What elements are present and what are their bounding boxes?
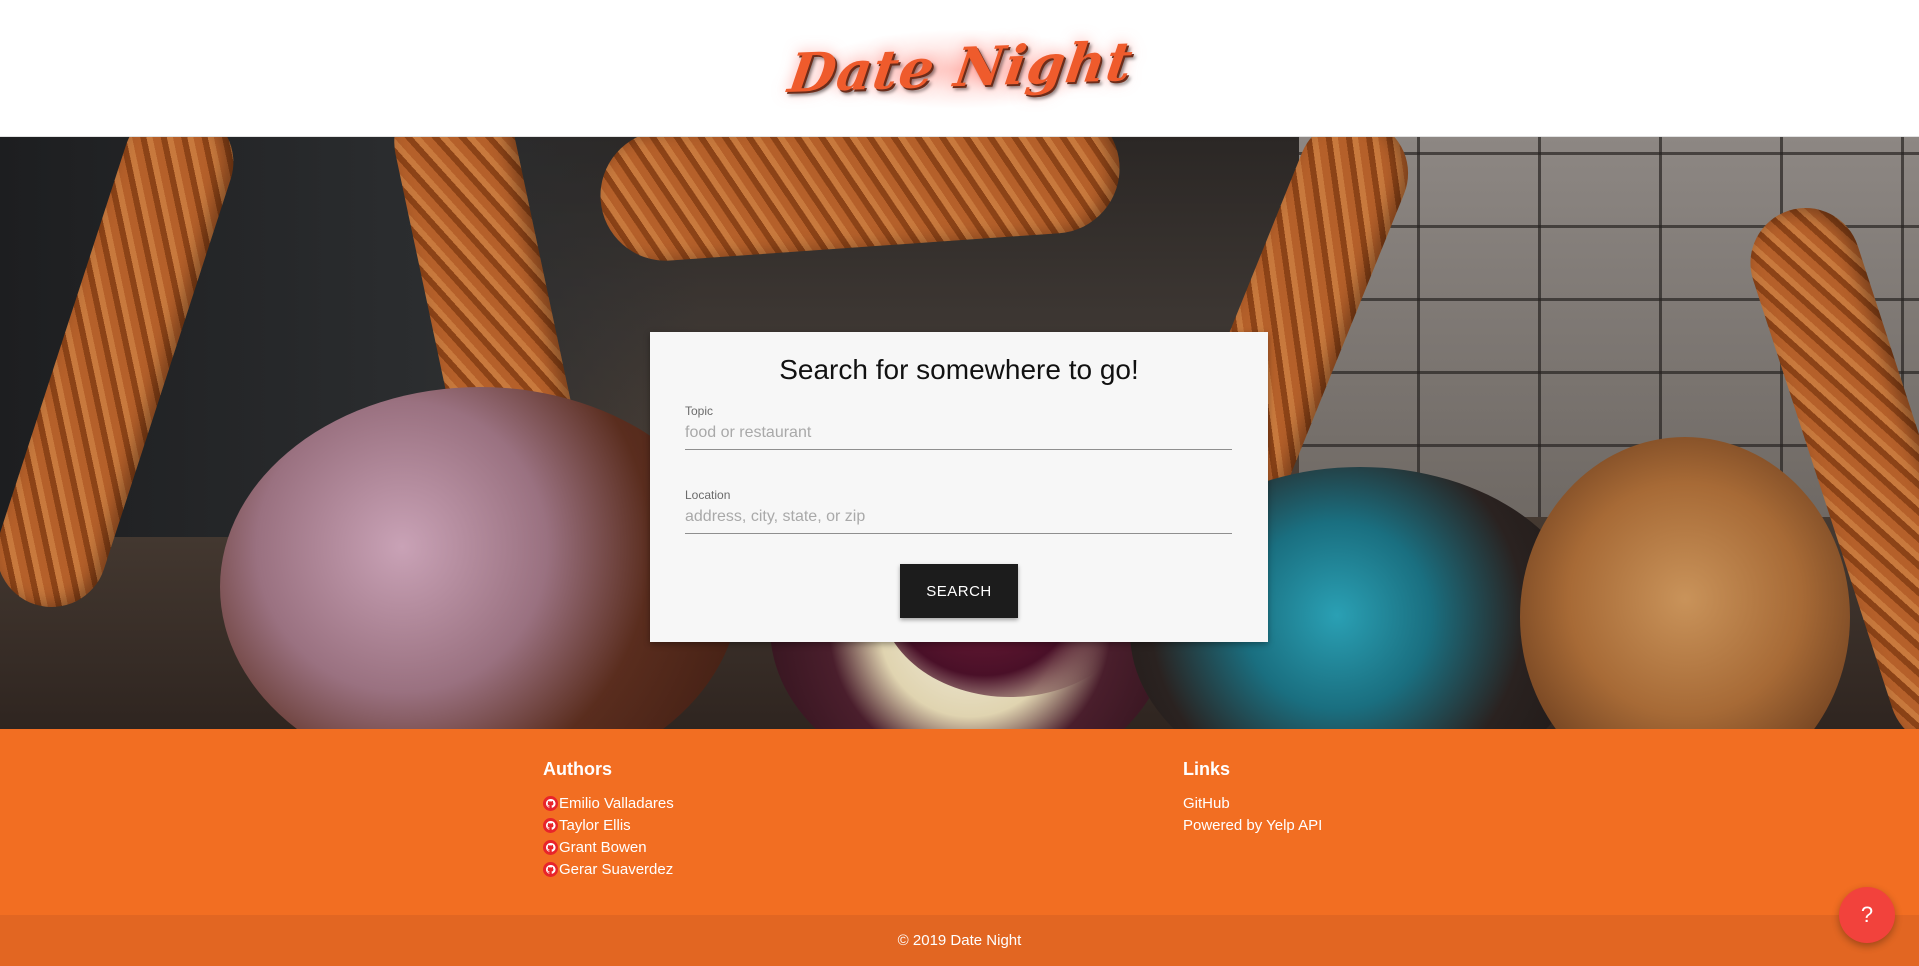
logo[interactable]: Date Night bbox=[778, 8, 1144, 126]
hero-churro bbox=[596, 137, 1124, 265]
github-link[interactable]: GitHub bbox=[1183, 795, 1230, 812]
hero-background-image: Search for somewhere to go! Topic Locati… bbox=[0, 137, 1919, 729]
github-icon bbox=[543, 862, 558, 877]
author-link-emilio[interactable]: Emilio Valladares bbox=[543, 795, 674, 812]
author-name: Grant Bowen bbox=[559, 839, 647, 856]
github-icon bbox=[543, 840, 558, 855]
logo-text: Date Night bbox=[784, 29, 1138, 105]
github-icon bbox=[543, 796, 558, 811]
author-link-grant[interactable]: Grant Bowen bbox=[543, 839, 647, 856]
site-footer: Authors Emilio Valladares Taylor Ellis G… bbox=[0, 729, 1919, 915]
search-button[interactable]: SEARCH bbox=[900, 564, 1018, 618]
authors-title: Authors bbox=[543, 759, 612, 779]
search-title: Search for somewhere to go! bbox=[779, 354, 1139, 385]
help-button[interactable]: ? bbox=[1839, 887, 1895, 943]
github-icon bbox=[543, 818, 558, 833]
topic-input[interactable] bbox=[685, 416, 1232, 450]
author-name: Gerar Suaverdez bbox=[559, 861, 674, 878]
yelp-api-link[interactable]: Powered by Yelp API bbox=[1183, 817, 1322, 834]
site-header: Date Night bbox=[0, 0, 1919, 137]
search-card: Search for somewhere to go! Topic Locati… bbox=[650, 332, 1268, 642]
author-name: Taylor Ellis bbox=[559, 817, 631, 834]
copyright-bar: © 2019 Date Night bbox=[0, 915, 1919, 966]
location-input[interactable] bbox=[685, 500, 1232, 534]
author-link-taylor[interactable]: Taylor Ellis bbox=[543, 817, 631, 834]
author-link-gerar[interactable]: Gerar Suaverdez bbox=[543, 861, 673, 878]
author-name: Emilio Valladares bbox=[559, 795, 674, 812]
copyright-text: © 2019 Date Night bbox=[897, 932, 1022, 949]
links-title: Links bbox=[1183, 759, 1231, 779]
